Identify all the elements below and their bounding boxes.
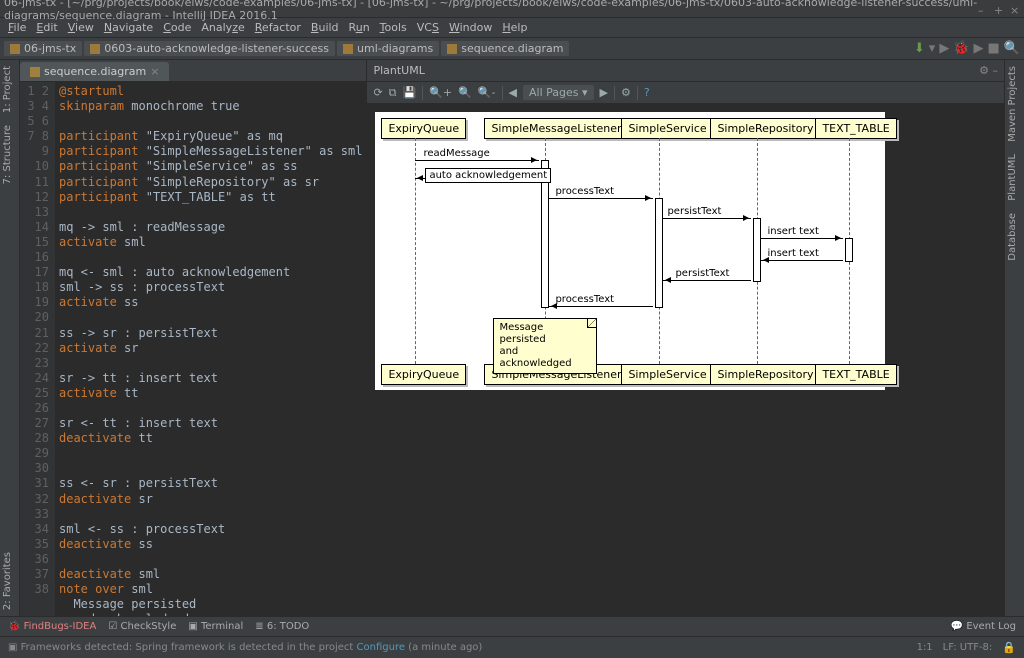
file-icon xyxy=(447,44,457,54)
coverage-icon[interactable]: ▶ xyxy=(974,41,984,56)
findbugs-tab[interactable]: 🐞 FindBugs-IDEA xyxy=(8,621,96,632)
status-icon: ▣ xyxy=(8,642,17,653)
search-icon[interactable]: 🔍 xyxy=(1004,41,1020,56)
menu-view[interactable]: View xyxy=(64,20,98,35)
zoom-reset-icon[interactable]: 🔍 xyxy=(458,86,472,99)
participant-box: SimpleService xyxy=(621,364,713,385)
plantuml-tab[interactable]: PlantUML xyxy=(373,64,424,77)
configs-dropdown-icon[interactable]: ▾ xyxy=(929,41,936,56)
cursor-position: 1:1 xyxy=(917,642,933,653)
run-toolbar: ⬇ ▾ ▶ 🐞 ▶ ■ 🔍 xyxy=(914,41,1020,56)
participant-box: ExpiryQueue xyxy=(381,118,466,139)
plantuml-toolbar: ⟳ ⧉ 💾 🔍+ 🔍 🔍- ◀ All Pages ▾ ▶ ⚙ ? xyxy=(367,82,1004,104)
close-icon[interactable]: × xyxy=(1010,4,1020,14)
crumb-folder1[interactable]: 0603-auto-acknowledge-listener-success xyxy=(84,41,335,56)
minimize-panel-icon[interactable]: – xyxy=(993,64,999,77)
menu-analyze[interactable]: Analyze xyxy=(197,20,248,35)
uml-diagram: ExpiryQueue SimpleMessageListener Simple… xyxy=(375,112,885,390)
menu-navigate[interactable]: Navigate xyxy=(100,20,157,35)
eventlog-tab[interactable]: 💬 Event Log xyxy=(951,621,1016,632)
encoding-indicator[interactable]: LF: UTF-8: xyxy=(943,642,993,653)
menu-help[interactable]: Help xyxy=(498,20,531,35)
refresh-icon[interactable]: ⟳ xyxy=(373,86,382,99)
bottom-toolbar: 🐞 FindBugs-IDEA ☑ CheckStyle ▣ Terminal … xyxy=(0,616,1024,636)
crumb-folder2[interactable]: uml-diagrams xyxy=(337,41,439,56)
zoom-out-icon[interactable]: 🔍- xyxy=(478,86,496,99)
menu-build[interactable]: Build xyxy=(307,20,343,35)
diagram-note: Message persistedand acknowledged xyxy=(493,318,597,374)
menu-vcs[interactable]: VCS xyxy=(413,20,443,35)
zoom-in-icon[interactable]: 🔍+ xyxy=(429,86,452,99)
participant-box: SimpleService xyxy=(621,118,713,139)
toolwindow-project[interactable]: 1: Project xyxy=(0,60,15,119)
debug-icon[interactable]: 🐞 xyxy=(953,41,969,56)
stop-icon[interactable]: ■ xyxy=(988,41,1000,56)
toolwindow-plantuml[interactable]: PlantUML xyxy=(1005,148,1024,207)
minimize-icon[interactable]: – xyxy=(978,4,988,14)
maximize-icon[interactable]: + xyxy=(994,4,1004,14)
editor-tabs: sequence.diagram × xyxy=(20,60,366,82)
toolwindow-maven[interactable]: Maven Projects xyxy=(1005,60,1024,148)
code-editor[interactable]: 1 2 3 4 5 6 7 8 9 10 11 12 13 14 15 16 1… xyxy=(20,82,366,616)
participant-box: TEXT_TABLE xyxy=(815,364,896,385)
todo-tab[interactable]: ≣ 6: TODO xyxy=(255,621,309,632)
settings-icon[interactable]: ⚙ xyxy=(621,86,631,99)
run-icon[interactable]: ▶ xyxy=(939,41,949,56)
crumb-file[interactable]: sequence.diagram xyxy=(441,41,569,56)
file-icon xyxy=(30,67,40,77)
folder-icon xyxy=(90,44,100,54)
status-message: Frameworks detected: Spring framework is… xyxy=(21,642,483,653)
build-icon[interactable]: ⬇ xyxy=(914,41,925,56)
status-bar: ▣ Frameworks detected: Spring framework … xyxy=(0,636,1024,658)
participant-box: ExpiryQueue xyxy=(381,364,466,385)
menu-edit[interactable]: Edit xyxy=(32,20,61,35)
prev-page-icon[interactable]: ◀ xyxy=(509,86,517,99)
menu-run[interactable]: Run xyxy=(345,20,374,35)
participant-box: SimpleRepository xyxy=(710,118,820,139)
terminal-tab[interactable]: ▣ Terminal xyxy=(188,621,243,632)
next-page-icon[interactable]: ▶ xyxy=(600,86,608,99)
participant-box: SimpleMessageListener xyxy=(484,118,628,139)
toolwindow-database[interactable]: Database xyxy=(1005,207,1024,267)
help-icon[interactable]: ? xyxy=(644,86,650,99)
participant-box: SimpleRepository xyxy=(710,364,820,385)
gear-icon[interactable]: ⚙ xyxy=(979,64,989,77)
navigation-bar: 06-jms-tx 0603-auto-acknowledge-listener… xyxy=(0,38,1024,60)
window-titlebar: 06-jms-tx - [~/prg/projects/book/eiws/co… xyxy=(0,0,1024,18)
configure-link[interactable]: Configure xyxy=(357,642,405,653)
menu-window[interactable]: Window xyxy=(445,20,496,35)
window-title: 06-jms-tx - [~/prg/projects/book/eiws/co… xyxy=(4,0,978,22)
participant-box: TEXT_TABLE xyxy=(815,118,896,139)
lock-icon[interactable]: 🔒 xyxy=(1002,641,1016,654)
checkstyle-tab[interactable]: ☑ CheckStyle xyxy=(108,621,176,632)
tab-close-icon[interactable]: × xyxy=(150,65,159,78)
copy-icon[interactable]: ⧉ xyxy=(389,86,397,100)
page-selector[interactable]: All Pages ▾ xyxy=(523,85,594,100)
save-icon[interactable]: 💾 xyxy=(403,86,417,99)
folder-icon xyxy=(343,44,353,54)
menu-refactor[interactable]: Refactor xyxy=(251,20,305,35)
module-icon xyxy=(10,44,20,54)
toolwindow-favorites[interactable]: 2: Favorites xyxy=(0,546,19,616)
crumb-project[interactable]: 06-jms-tx xyxy=(4,41,82,56)
editor-tab-active[interactable]: sequence.diagram × xyxy=(20,62,169,81)
toolwindow-structure[interactable]: 7: Structure xyxy=(0,119,15,190)
menu-code[interactable]: Code xyxy=(159,20,195,35)
menu-file[interactable]: File xyxy=(4,20,30,35)
menu-tools[interactable]: Tools xyxy=(376,20,411,35)
